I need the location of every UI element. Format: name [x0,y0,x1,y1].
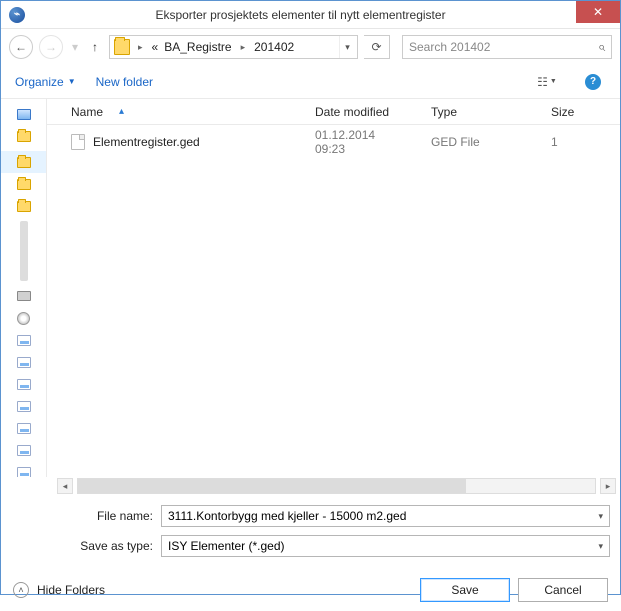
nav-tree[interactable] [1,99,47,477]
shortcut-icon [17,467,31,478]
tree-item[interactable] [1,417,46,439]
search-placeholder: Search 201402 [409,40,598,54]
search-icon: ⌕ [598,39,605,55]
save-type-value: ISY Elementer (*.ged) [168,539,285,553]
help-icon: ? [585,74,601,90]
nav-history-dropdown[interactable]: ▾ [69,39,81,55]
folder-icon [17,131,31,142]
chevron-down-icon[interactable]: ▾ [598,541,603,552]
breadcrumb-item-0[interactable]: BA_Registre [161,40,234,54]
file-name-input[interactable]: 3111.Kontorbygg med kjeller - 15000 m2.g… [161,505,610,527]
refresh-icon: ⟳ [371,40,381,54]
col-date[interactable]: Date modified [303,105,419,119]
tree-disc[interactable] [1,307,46,329]
save-type-select[interactable]: ISY Elementer (*.ged) ▾ [161,535,610,557]
tree-folder[interactable] [1,195,46,217]
chevron-down-icon[interactable]: ▾ [598,511,603,522]
chevron-right-icon: ▸ [235,42,252,53]
organize-menu[interactable]: Organize ▼ [15,75,76,89]
help-button[interactable]: ? [580,71,606,93]
file-name: Elementregister.ged [93,135,200,149]
file-size: 1 [551,135,558,149]
shortcut-icon [17,401,31,412]
organize-label: Organize [15,75,64,89]
file-icon [71,134,85,150]
cancel-button[interactable]: Cancel [518,578,608,602]
arrow-right-icon: → [45,40,57,54]
shortcut-icon [17,357,31,368]
breadcrumb-dropdown[interactable]: ▾ [339,36,355,58]
col-name[interactable]: Name ▴ [47,105,303,119]
hide-folders-button[interactable]: ˄ Hide Folders [13,582,105,598]
file-name-label: File name: [11,509,161,523]
folder-icon [114,39,130,55]
search-input[interactable]: Search 201402 ⌕ [402,35,612,59]
save-type-label: Save as type: [11,539,161,553]
tree-desktop[interactable] [1,103,46,125]
file-date: 01.12.2014 09:23 [315,128,407,156]
chevron-down-icon: ▾ [72,40,78,54]
nav-up-button[interactable]: ↑ [87,39,103,55]
window-title: Eksporter prosjektets elementer til nytt… [25,8,576,22]
tree-scrollbar[interactable] [20,221,28,281]
chevron-down-icon: ▼ [68,77,76,86]
tree-folder[interactable] [1,173,46,195]
tree-item[interactable] [1,351,46,373]
tree-item[interactable] [1,395,46,417]
disc-icon [17,312,30,325]
view-list-icon: ☷ [537,75,548,89]
drive-icon [17,291,31,301]
new-folder-label: New folder [96,75,153,89]
sort-asc-icon: ▴ [119,106,124,117]
refresh-button[interactable]: ⟳ [364,35,390,59]
tree-folder[interactable] [1,125,46,147]
folder-icon [17,201,31,212]
tree-item[interactable] [1,329,46,351]
horizontal-scrollbar[interactable]: ◂ ▸ [1,477,620,495]
file-name-value: 3111.Kontorbygg med kjeller - 15000 m2.g… [168,509,598,523]
scroll-right-button[interactable]: ▸ [600,478,616,494]
folder-icon [17,157,31,168]
arrow-left-icon: ← [15,40,27,54]
breadcrumb-prefix: « [149,40,162,54]
tree-drive[interactable] [1,285,46,307]
tree-folder[interactable] [1,151,46,173]
col-type-label: Type [431,105,457,119]
col-date-label: Date modified [315,105,389,119]
app-icon: ⌁ [9,7,25,23]
file-row[interactable]: Elementregister.ged 01.12.2014 09:23 GED… [47,131,620,153]
nav-back-button[interactable]: ← [9,35,33,59]
arrow-up-icon: ↑ [92,40,98,54]
col-type[interactable]: Type [419,105,539,119]
col-size[interactable]: Size [539,105,616,119]
collapse-icon: ˄ [13,582,29,598]
shortcut-icon [17,445,31,456]
chevron-right-icon: ▸ [132,42,149,53]
col-name-label: Name [71,105,103,119]
new-folder-button[interactable]: New folder [96,75,153,89]
close-icon: ✕ [593,5,603,19]
folder-icon [17,179,31,190]
col-size-label: Size [551,105,574,119]
shortcut-icon [17,423,31,434]
scroll-track[interactable] [77,478,596,494]
tree-item[interactable] [1,461,46,477]
close-button[interactable]: ✕ [576,1,620,23]
shortcut-icon [17,335,31,346]
breadcrumb-item-1[interactable]: 201402 [251,40,297,54]
file-type: GED File [431,135,480,149]
save-button[interactable]: Save [420,578,510,602]
monitor-icon [17,109,31,120]
chevron-down-icon: ▼ [550,78,557,85]
nav-forward-button[interactable]: → [39,35,63,59]
tree-item[interactable] [1,373,46,395]
column-headers: Name ▴ Date modified Type Size [47,99,620,125]
shortcut-icon [17,379,31,390]
view-options-button[interactable]: ☷ ▼ [534,71,560,93]
breadcrumb[interactable]: ▸ « BA_Registre ▸ 201402 ▾ [109,35,358,59]
scroll-thumb[interactable] [78,479,466,493]
scroll-left-button[interactable]: ◂ [57,478,73,494]
tree-item[interactable] [1,439,46,461]
